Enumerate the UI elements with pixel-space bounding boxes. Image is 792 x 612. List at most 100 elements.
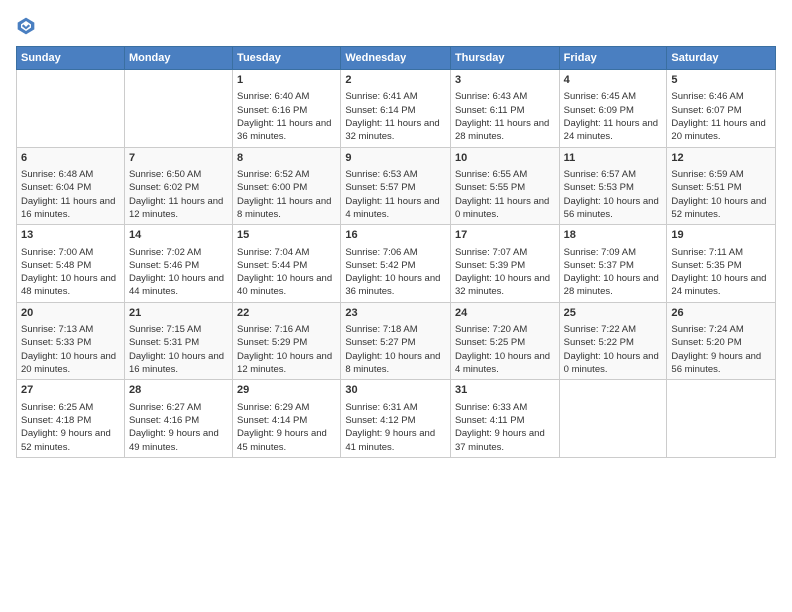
- daylight: Daylight: 10 hours and 36 minutes.: [345, 273, 440, 297]
- day-number: 21: [129, 306, 228, 321]
- sunset: Sunset: 5:57 PM: [345, 182, 415, 193]
- day-number: 19: [671, 228, 771, 243]
- sunrise: Sunrise: 6:53 AM: [345, 169, 417, 180]
- sunset: Sunset: 6:04 PM: [21, 182, 91, 193]
- day-header-sunday: Sunday: [17, 47, 125, 70]
- day-number: 25: [564, 306, 663, 321]
- sunrise: Sunrise: 7:04 AM: [237, 247, 309, 258]
- daylight: Daylight: 9 hours and 56 minutes.: [671, 351, 761, 375]
- sunrise: Sunrise: 7:16 AM: [237, 324, 309, 335]
- sunrise: Sunrise: 7:11 AM: [671, 247, 743, 258]
- day-number: 5: [671, 73, 771, 88]
- sunset: Sunset: 6:14 PM: [345, 105, 415, 116]
- day-number: 28: [129, 383, 228, 398]
- day-number: 15: [237, 228, 336, 243]
- day-number: 8: [237, 151, 336, 166]
- day-number: 14: [129, 228, 228, 243]
- sunrise: Sunrise: 6:46 AM: [671, 91, 743, 102]
- daylight: Daylight: 9 hours and 45 minutes.: [237, 428, 327, 452]
- calendar-cell: 11Sunrise: 6:57 AMSunset: 5:53 PMDayligh…: [559, 147, 667, 225]
- calendar-cell: 21Sunrise: 7:15 AMSunset: 5:31 PMDayligh…: [124, 302, 232, 380]
- sunset: Sunset: 4:16 PM: [129, 415, 199, 426]
- sunrise: Sunrise: 7:24 AM: [671, 324, 743, 335]
- sunset: Sunset: 5:48 PM: [21, 260, 91, 271]
- week-row-4: 20Sunrise: 7:13 AMSunset: 5:33 PMDayligh…: [17, 302, 776, 380]
- day-number: 9: [345, 151, 446, 166]
- header-row: SundayMondayTuesdayWednesdayThursdayFrid…: [17, 47, 776, 70]
- calendar-cell: 3Sunrise: 6:43 AMSunset: 6:11 PMDaylight…: [450, 70, 559, 148]
- calendar-cell: 19 Sunrise: 7:11 AM Sunset: 5:35 PM Dayligh…: [667, 225, 776, 303]
- daylight: Daylight: 10 hours and 48 minutes.: [21, 273, 116, 297]
- sunrise: Sunrise: 7:06 AM: [345, 247, 417, 258]
- sunset: Sunset: 5:25 PM: [455, 337, 525, 348]
- day-number: 1: [237, 73, 336, 88]
- sunset: Sunset: 5:22 PM: [564, 337, 634, 348]
- sunrise: Sunrise: 6:52 AM: [237, 169, 309, 180]
- daylight: Daylight: 11 hours and 32 minutes.: [345, 118, 439, 142]
- week-row-5: 27Sunrise: 6:25 AMSunset: 4:18 PMDayligh…: [17, 380, 776, 458]
- daylight: Daylight: 10 hours and 8 minutes.: [345, 351, 440, 375]
- day-number: 13: [21, 228, 120, 243]
- day-header-saturday: Saturday: [667, 47, 776, 70]
- sunset: Sunset: 5:53 PM: [564, 182, 634, 193]
- sunset: Sunset: 6:07 PM: [671, 105, 741, 116]
- sunrise: Sunrise: 7:18 AM: [345, 324, 417, 335]
- daylight: Daylight: 10 hours and 24 minutes.: [671, 273, 766, 297]
- daylight: Daylight: 10 hours and 20 minutes.: [21, 351, 116, 375]
- calendar-cell: 30Sunrise: 6:31 AMSunset: 4:12 PMDayligh…: [341, 380, 451, 458]
- day-header-thursday: Thursday: [450, 47, 559, 70]
- sunrise: Sunrise: 6:33 AM: [455, 402, 527, 413]
- sunset: Sunset: 5:46 PM: [129, 260, 199, 271]
- calendar-cell: 27Sunrise: 6:25 AMSunset: 4:18 PMDayligh…: [17, 380, 125, 458]
- week-row-2: 6Sunrise: 6:48 AMSunset: 6:04 PMDaylight…: [17, 147, 776, 225]
- daylight: Daylight: 10 hours and 28 minutes.: [564, 273, 659, 297]
- daylight: Daylight: 9 hours and 37 minutes.: [455, 428, 545, 452]
- calendar-cell: 5Sunrise: 6:46 AMSunset: 6:07 PMDaylight…: [667, 70, 776, 148]
- sunset: Sunset: 6:16 PM: [237, 105, 307, 116]
- daylight: Daylight: 10 hours and 16 minutes.: [129, 351, 224, 375]
- sunset: Sunset: 5:37 PM: [564, 260, 634, 271]
- sunset: Sunset: 4:11 PM: [455, 415, 525, 426]
- daylight: Daylight: 10 hours and 32 minutes.: [455, 273, 550, 297]
- sunset: Sunset: 6:11 PM: [455, 105, 525, 116]
- calendar-table: SundayMondayTuesdayWednesdayThursdayFrid…: [16, 46, 776, 458]
- day-header-wednesday: Wednesday: [341, 47, 451, 70]
- calendar-cell: [17, 70, 125, 148]
- calendar-cell: 18Sunrise: 7:09 AMSunset: 5:37 PMDayligh…: [559, 225, 667, 303]
- day-number: 2: [345, 73, 446, 88]
- calendar-cell: 31Sunrise: 6:33 AMSunset: 4:11 PMDayligh…: [450, 380, 559, 458]
- calendar-cell: 7Sunrise: 6:50 AMSunset: 6:02 PMDaylight…: [124, 147, 232, 225]
- sunset: Sunset: 5:51 PM: [671, 182, 741, 193]
- day-number: 26: [671, 306, 771, 321]
- sunset: Sunset: 5:29 PM: [237, 337, 307, 348]
- week-row-1: 1Sunrise: 6:40 AMSunset: 6:16 PMDaylight…: [17, 70, 776, 148]
- sunset: Sunset: 6:09 PM: [564, 105, 634, 116]
- calendar-cell: 2Sunrise: 6:41 AMSunset: 6:14 PMDaylight…: [341, 70, 451, 148]
- logo: [16, 16, 38, 36]
- daylight: Daylight: 9 hours and 52 minutes.: [21, 428, 111, 452]
- day-number: 3: [455, 73, 555, 88]
- calendar-cell: 29Sunrise: 6:29 AMSunset: 4:14 PMDayligh…: [233, 380, 341, 458]
- calendar-cell: 24Sunrise: 7:20 AMSunset: 5:25 PMDayligh…: [450, 302, 559, 380]
- header: [16, 16, 776, 36]
- day-number: 30: [345, 383, 446, 398]
- sunset: Sunset: 6:02 PM: [129, 182, 199, 193]
- daylight: Daylight: 11 hours and 28 minutes.: [455, 118, 549, 142]
- sunrise: Sunrise: 7:02 AM: [129, 247, 201, 258]
- sunset: Sunset: 5:42 PM: [345, 260, 415, 271]
- daylight: Daylight: 10 hours and 4 minutes.: [455, 351, 550, 375]
- sunrise: Sunrise: 6:31 AM: [345, 402, 417, 413]
- sunrise: Sunrise: 7:15 AM: [129, 324, 201, 335]
- sunrise: Sunrise: 6:29 AM: [237, 402, 309, 413]
- calendar-cell: 15Sunrise: 7:04 AMSunset: 5:44 PMDayligh…: [233, 225, 341, 303]
- day-number: 16: [345, 228, 446, 243]
- calendar-cell: 14Sunrise: 7:02 AMSunset: 5:46 PMDayligh…: [124, 225, 232, 303]
- sunset: Sunset: 5:44 PM: [237, 260, 307, 271]
- daylight: Daylight: 9 hours and 41 minutes.: [345, 428, 435, 452]
- sunset: Sunset: 5:35 PM: [671, 260, 741, 271]
- day-number: 17: [455, 228, 555, 243]
- calendar-cell: 25Sunrise: 7:22 AMSunset: 5:22 PMDayligh…: [559, 302, 667, 380]
- calendar-cell: [559, 380, 667, 458]
- day-number: 27: [21, 383, 120, 398]
- calendar-cell: 6Sunrise: 6:48 AMSunset: 6:04 PMDaylight…: [17, 147, 125, 225]
